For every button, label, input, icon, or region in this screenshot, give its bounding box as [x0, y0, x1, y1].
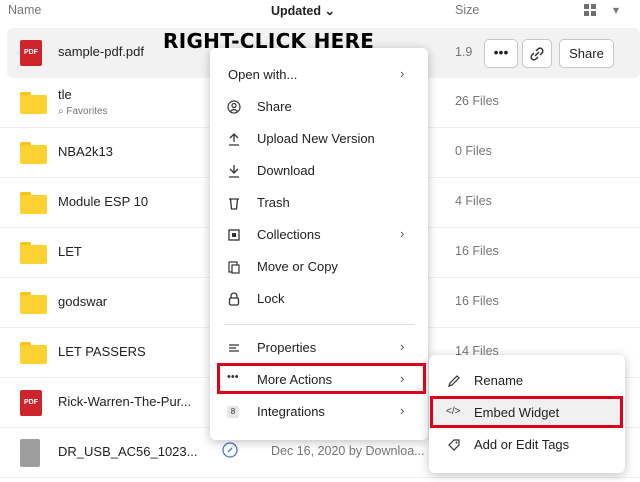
menu-item-share[interactable]: Share — [210, 93, 428, 121]
menu-item-label: Download — [257, 163, 315, 178]
item-name[interactable]: LET — [58, 244, 82, 259]
menu-item-integrations[interactable]: 8 Integrations › — [210, 398, 428, 426]
properties-icon — [227, 340, 241, 356]
item-name[interactable]: DR_USB_AC56_1023... — [58, 444, 197, 459]
folder-icon — [20, 90, 47, 114]
menu-item-download[interactable]: Download — [210, 157, 428, 185]
chevron-right-icon: › — [400, 66, 405, 81]
item-size: 1.9 — [455, 45, 473, 59]
favorites-label: Favorites — [66, 106, 108, 117]
more-options-button[interactable]: ••• — [484, 39, 518, 68]
column-name[interactable]: Name — [8, 3, 41, 17]
menu-item-label: Upload New Version — [257, 131, 375, 146]
item-name[interactable]: Module ESP 10 — [58, 194, 148, 209]
column-updated-label: Updated — [271, 4, 321, 18]
item-size: 16 Files — [455, 244, 499, 258]
menu-item-label: Collections — [257, 227, 321, 242]
menu-item-label: Move or Copy — [257, 259, 338, 274]
menu-item-collections[interactable]: Collections › — [210, 221, 428, 249]
submenu-item-label: Rename — [474, 373, 524, 388]
column-updated[interactable]: Updated ⌄ — [271, 3, 335, 18]
menu-item-move-copy[interactable]: Move or Copy — [210, 253, 428, 281]
share-button[interactable]: Share — [559, 39, 614, 68]
item-name[interactable]: NBA2k13 — [58, 144, 113, 159]
chevron-right-icon: › — [400, 339, 405, 354]
pdf-file-icon: PDF — [20, 40, 42, 66]
list-header: Name Updated ⌄ Size ▾ — [0, 0, 640, 22]
folder-icon — [20, 340, 47, 364]
menu-item-label: Open with... — [228, 67, 298, 82]
collections-icon — [227, 227, 241, 243]
item-name[interactable]: LET PASSERS — [58, 344, 146, 359]
grid-icon[interactable] — [584, 4, 596, 19]
menu-item-upload-new-version[interactable]: Upload New Version — [210, 125, 428, 153]
share-icon — [227, 99, 241, 115]
integrations-icon: 8 — [227, 404, 241, 420]
move-copy-icon — [227, 259, 241, 275]
menu-item-label: Integrations — [257, 404, 325, 419]
folder-icon — [20, 140, 47, 164]
shared-link-icon — [222, 442, 238, 461]
item-size: 16 Files — [455, 294, 499, 308]
pdf-badge: PDF — [20, 40, 42, 66]
favorites-tag: ⌕ Favorites — [58, 106, 108, 117]
item-name[interactable]: godswar — [58, 294, 107, 309]
menu-divider — [224, 324, 414, 325]
menu-item-label: Lock — [257, 291, 285, 306]
menu-item-open-with[interactable]: Open with... › — [210, 61, 428, 89]
menu-item-properties[interactable]: Properties › — [210, 334, 428, 362]
item-name[interactable]: sample-pdf.pdf — [58, 44, 144, 59]
menu-item-label: Trash — [257, 195, 290, 210]
link-icon — [530, 47, 544, 61]
sort-chevron-icon: ⌄ — [324, 4, 335, 18]
menu-item-trash[interactable]: Trash — [210, 189, 428, 217]
integrations-badge: 8 — [227, 406, 239, 418]
chevron-right-icon: › — [400, 226, 405, 241]
lock-icon — [227, 291, 241, 307]
pencil-icon — [446, 373, 462, 389]
submenu-item-label: Add or Edit Tags — [474, 437, 570, 452]
chevron-right-icon: › — [400, 403, 405, 418]
tag-icon — [446, 437, 462, 453]
item-name[interactable]: Rick-Warren-The-Pur... — [58, 394, 191, 409]
item-size: 26 Files — [455, 94, 499, 108]
folder-icon — [20, 240, 47, 264]
view-chevron-icon[interactable]: ▾ — [613, 3, 619, 17]
item-size: 4 Files — [455, 194, 492, 208]
pdf-badge: PDF — [20, 390, 42, 416]
item-name[interactable]: tle — [58, 87, 72, 102]
item-updated: Dec 16, 2020 by Downloa... — [271, 444, 425, 458]
trash-icon — [227, 195, 241, 211]
menu-item-label: Share — [257, 99, 292, 114]
more-actions-highlight — [217, 363, 426, 394]
embed-widget-highlight — [430, 396, 623, 428]
item-size: 0 Files — [455, 144, 492, 158]
more-dots-icon: ••• — [493, 44, 509, 60]
upload-icon — [227, 131, 241, 147]
folder-icon — [20, 190, 47, 214]
menu-item-label: Properties — [257, 340, 317, 355]
shared-link-button[interactable] — [522, 39, 552, 68]
pdf-file-icon: PDF — [20, 390, 42, 416]
folder-icon — [20, 290, 47, 314]
submenu-item-rename[interactable]: Rename — [429, 367, 625, 395]
menu-item-lock[interactable]: Lock — [210, 285, 428, 313]
download-icon — [227, 163, 241, 179]
file-icon — [20, 439, 40, 467]
column-size[interactable]: Size — [455, 3, 479, 17]
submenu-item-tags[interactable]: Add or Edit Tags — [429, 431, 625, 459]
